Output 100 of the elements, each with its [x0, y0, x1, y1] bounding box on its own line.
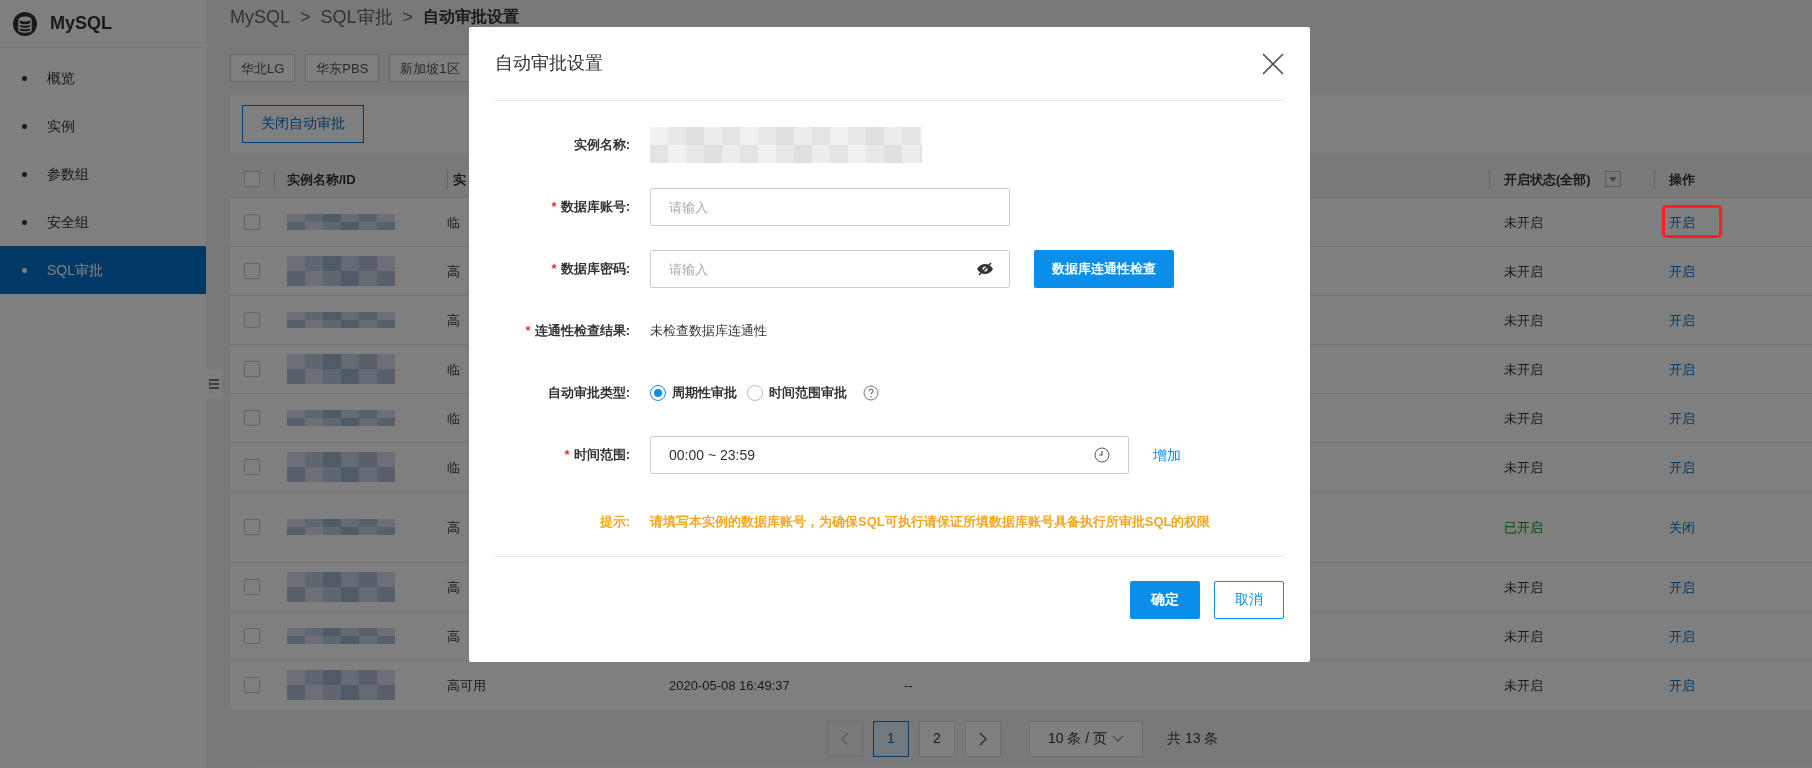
- action-link[interactable]: 开启: [1669, 263, 1695, 279]
- table-cell: 临: [447, 361, 460, 377]
- table-cell: 高: [447, 263, 460, 279]
- close-icon[interactable]: [1262, 52, 1284, 75]
- radio-label[interactable]: 时间范围审批: [769, 383, 847, 403]
- tip-label: 提示:: [598, 513, 630, 531]
- table-cell: 高: [447, 312, 460, 328]
- action-link[interactable]: 开启: [1669, 579, 1695, 595]
- sidebar-item[interactable]: 参数组: [0, 150, 206, 198]
- table-cell: 高: [447, 628, 460, 644]
- chevron-down-icon: [1112, 735, 1124, 743]
- status-text: 未开启: [1504, 459, 1543, 475]
- status-text: 未开启: [1504, 410, 1543, 426]
- checkbox[interactable]: [244, 459, 260, 476]
- database-icon: [12, 10, 38, 37]
- account-input[interactable]: 请输入: [650, 188, 1010, 226]
- checkbox[interactable]: [244, 628, 260, 645]
- breadcrumb-item: 自动审批设置: [423, 7, 520, 28]
- region-tab[interactable]: 新加坡1区: [389, 54, 471, 83]
- bullet-icon: [22, 123, 27, 129]
- connectivity-check-button[interactable]: 数据库连通性检查: [1034, 250, 1174, 288]
- column-header: 开启状态(全部): [1504, 170, 1591, 189]
- breadcrumb-separator: >: [300, 5, 311, 29]
- action-link[interactable]: 开启: [1669, 361, 1695, 377]
- status-text: 未开启: [1504, 361, 1543, 377]
- bullet-icon: [22, 75, 27, 81]
- column-header: 实: [453, 171, 466, 187]
- time-range-field[interactable]: 00:00 ~ 23:59: [650, 436, 1129, 474]
- table-cell: 高: [447, 519, 460, 535]
- collapse-handle-icon[interactable]: [206, 369, 222, 399]
- table-cell: 高可用: [447, 677, 486, 693]
- field-value: 未检查数据库连通性: [650, 322, 767, 341]
- checkbox[interactable]: [244, 214, 260, 231]
- status-text: 未开启: [1504, 312, 1543, 328]
- page-size-select[interactable]: 10 条 / 页: [1029, 720, 1143, 757]
- sidebar-item[interactable]: 实例: [0, 102, 206, 150]
- checkbox[interactable]: [244, 410, 260, 427]
- bullet-icon: [22, 267, 27, 273]
- sidebar-item[interactable]: SQL审批: [0, 246, 206, 294]
- action-link[interactable]: 开启: [1669, 312, 1695, 328]
- total-count: 共 13 条: [1167, 729, 1219, 749]
- bullet-icon: [22, 219, 27, 225]
- table-cell: --: [904, 677, 913, 693]
- page-button[interactable]: 1: [873, 720, 909, 757]
- filter-dropdown-icon[interactable]: [1604, 171, 1621, 188]
- sidebar-item[interactable]: 安全组: [0, 198, 206, 246]
- table-cell: 临: [447, 214, 460, 230]
- action-link[interactable]: 开启: [1669, 410, 1695, 426]
- checkbox[interactable]: [244, 579, 260, 596]
- eye-slash-icon[interactable]: [976, 262, 994, 276]
- chevron-left-icon: [841, 731, 849, 746]
- checkbox[interactable]: [244, 361, 260, 378]
- table-cell: 高: [447, 579, 460, 595]
- field-label: 时间范围:: [573, 446, 630, 465]
- field-label: 连通性检查结果:: [534, 322, 630, 341]
- page-button[interactable]: 2: [919, 720, 955, 757]
- tip-text: 请填写本实例的数据库账号，为确保SQL可执行请保证所填数据库账号具备执行所审批SQL的权限: [650, 513, 1211, 531]
- field-label: 数据库密码:: [560, 260, 630, 279]
- sidebar-item[interactable]: 概览: [0, 54, 206, 102]
- status-text: 未开启: [1504, 628, 1543, 644]
- checkbox[interactable]: [244, 263, 260, 280]
- bullet-icon: [22, 171, 27, 177]
- breadcrumb-item[interactable]: SQL审批: [320, 3, 393, 31]
- action-link[interactable]: 开启: [1669, 677, 1695, 693]
- action-link[interactable]: 开启: [1669, 459, 1695, 475]
- region-tab[interactable]: 华北LG: [230, 54, 296, 83]
- checkbox[interactable]: [244, 677, 260, 694]
- status-text: 未开启: [1504, 579, 1543, 595]
- add-link[interactable]: 增加: [1153, 444, 1181, 466]
- required-mark: *: [564, 446, 570, 465]
- password-field[interactable]: 请输入: [650, 250, 1010, 288]
- status-text: 未开启: [1504, 263, 1543, 279]
- status-text: 已开启: [1504, 519, 1543, 535]
- table-cell: 临: [447, 410, 460, 426]
- dialog-title: 自动审批设置: [495, 52, 603, 75]
- sidebar-title: MySQL: [50, 12, 112, 35]
- field-label: 实例名称:: [573, 136, 630, 155]
- radio-button[interactable]: [650, 385, 666, 401]
- breadcrumb-separator: >: [402, 5, 414, 29]
- region-tab[interactable]: 华东PBS: [305, 54, 380, 83]
- status-text: 未开启: [1504, 214, 1543, 230]
- checkbox[interactable]: [244, 312, 260, 329]
- radio-label[interactable]: 周期性审批: [672, 383, 737, 403]
- action-link[interactable]: 关闭: [1669, 519, 1695, 535]
- column-header: 操作: [1669, 171, 1695, 187]
- cancel-button[interactable]: 取消: [1214, 580, 1284, 619]
- next-page-button[interactable]: [965, 720, 1001, 757]
- chevron-right-icon: [979, 731, 987, 746]
- confirm-button[interactable]: 确定: [1130, 580, 1200, 619]
- previous-page-button[interactable]: [827, 720, 863, 757]
- field-label: 自动审批类型:: [547, 384, 630, 403]
- action-link[interactable]: 开启: [1669, 628, 1695, 644]
- breadcrumb-item[interactable]: MySQL: [230, 3, 290, 31]
- help-icon[interactable]: [863, 385, 879, 401]
- radio-button[interactable]: [747, 385, 763, 401]
- required-mark: *: [551, 198, 557, 217]
- action-link[interactable]: 开启: [1669, 214, 1695, 230]
- close-auto-approval-button[interactable]: 关闭自动审批: [242, 104, 364, 143]
- checkbox[interactable]: [244, 519, 260, 536]
- checkbox[interactable]: [244, 171, 260, 188]
